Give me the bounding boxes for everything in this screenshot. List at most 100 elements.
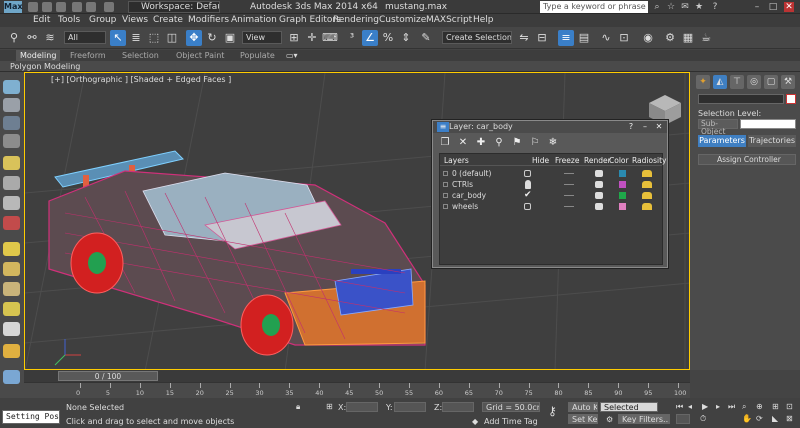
expand-icon[interactable]: [443, 182, 448, 187]
tab-populate[interactable]: Populate: [240, 50, 275, 61]
layer-name[interactable]: 0 (default): [452, 168, 491, 179]
go-to-end-icon[interactable]: ⏭: [728, 402, 735, 412]
angle-snap-icon[interactable]: ∠: [362, 30, 378, 46]
undo-icon[interactable]: [72, 2, 82, 12]
new-file-icon[interactable]: [28, 2, 38, 12]
create-box-icon[interactable]: [3, 116, 20, 130]
time-slider[interactable]: 0 / 100: [24, 370, 690, 382]
keyboard-shortcut-icon[interactable]: ⌨: [322, 30, 338, 46]
selection-filter-dropdown[interactable]: All: [64, 31, 106, 44]
time-slider-thumb[interactable]: 0 / 100: [58, 371, 158, 381]
save-file-icon[interactable]: [56, 2, 66, 12]
app-logo-icon[interactable]: Max: [4, 1, 23, 13]
radiosity-icon[interactable]: [642, 181, 652, 188]
layer-name[interactable]: car_body: [452, 190, 486, 201]
create-light-icon[interactable]: [3, 156, 20, 170]
create-cone-icon[interactable]: [3, 262, 20, 276]
highlight-selected-icon[interactable]: ⚑: [511, 137, 523, 149]
pan-icon[interactable]: ✋: [742, 414, 752, 423]
hide-toggle[interactable]: [524, 170, 531, 177]
align-icon[interactable]: ⊟: [534, 30, 550, 46]
menu-customize[interactable]: Customize: [379, 15, 426, 26]
sub-object-button[interactable]: Sub-Object: [698, 119, 738, 136]
render-toggle-icon[interactable]: [595, 192, 603, 199]
select-and-move-icon[interactable]: ✥: [186, 30, 202, 46]
play-icon[interactable]: ▶: [702, 402, 708, 411]
help-icon[interactable]: ?: [625, 122, 637, 132]
close-icon[interactable]: ✕: [784, 2, 794, 12]
reference-coordinate-dropdown[interactable]: View: [242, 31, 282, 44]
layer-name[interactable]: CTRls: [452, 179, 473, 190]
layer-name[interactable]: wheels: [452, 201, 478, 212]
x-coordinate-field[interactable]: [346, 402, 378, 412]
layer-row[interactable]: 0 (default): [440, 168, 662, 179]
col-color[interactable]: Color: [609, 156, 629, 165]
favorites-icon[interactable]: ★: [694, 2, 704, 12]
freeze-all-layers-icon[interactable]: ❄: [547, 137, 559, 149]
zoom-icon[interactable]: ⌕: [742, 402, 746, 412]
absolute-mode-icon[interactable]: ⊞: [326, 402, 333, 411]
next-frame-icon[interactable]: ▸: [716, 402, 720, 411]
maximize-icon[interactable]: □: [768, 2, 778, 12]
lock-selection-icon[interactable]: 🔒︎: [296, 402, 300, 412]
unlink-icon[interactable]: ⚯: [24, 30, 40, 46]
spinner-snap-icon[interactable]: ⇕: [398, 30, 414, 46]
col-freeze[interactable]: Freeze: [555, 156, 579, 165]
ribbon-options-icon[interactable]: ▭▾: [286, 50, 298, 61]
zoom-extents-icon[interactable]: ⊞: [772, 402, 779, 411]
menu-create[interactable]: Create: [153, 15, 183, 26]
menu-graph-editors[interactable]: Graph Editors: [279, 15, 341, 26]
redo-icon[interactable]: [86, 2, 96, 12]
auto-key-button[interactable]: Auto Key: [568, 402, 598, 412]
radiosity-icon[interactable]: [642, 203, 652, 210]
active-layer-check-icon[interactable]: ✔: [524, 190, 532, 201]
freeze-toggle[interactable]: [564, 173, 574, 174]
polygon-modeling-label[interactable]: Polygon Modeling: [10, 61, 80, 72]
maxscript-listener[interactable]: Setting Posi: [2, 410, 60, 424]
menu-group[interactable]: Group: [89, 15, 116, 26]
menu-modifiers[interactable]: Modifiers: [188, 15, 229, 26]
z-coordinate-field[interactable]: [442, 402, 474, 412]
utilities-panel-icon[interactable]: ⚒: [781, 75, 795, 89]
menu-views[interactable]: Views: [122, 15, 148, 26]
walkthrough-icon[interactable]: ⊠: [786, 414, 793, 423]
add-to-layer-icon[interactable]: ✚: [475, 137, 487, 149]
create-plane-icon[interactable]: [3, 242, 20, 256]
percent-snap-icon[interactable]: %: [380, 30, 396, 46]
add-time-tag[interactable]: Add Time Tag: [484, 417, 538, 426]
layer-color-swatch[interactable]: [619, 170, 626, 177]
set-key-button[interactable]: Set Key: [568, 414, 598, 424]
key-filters-button[interactable]: Key Filters...: [618, 414, 670, 424]
viewport-label[interactable]: [+] [Orthographic ] [Shaded + Edged Face…: [51, 75, 231, 84]
render-setup-icon[interactable]: ⚙: [662, 30, 678, 46]
project-folder-icon[interactable]: [104, 2, 114, 12]
menu-maxscript[interactable]: MAXScript: [426, 15, 472, 26]
tab-modeling[interactable]: Modeling: [16, 50, 61, 61]
mirror-icon[interactable]: ⇋: [516, 30, 532, 46]
create-tube-icon[interactable]: [3, 302, 20, 316]
hierarchy-panel-icon[interactable]: ⊤: [730, 75, 744, 89]
hide-all-layers-icon[interactable]: ⚐: [529, 137, 541, 149]
freeze-toggle[interactable]: [564, 184, 574, 185]
menu-edit[interactable]: Edit: [33, 15, 50, 26]
create-cylinder-icon[interactable]: [3, 134, 20, 148]
expand-icon[interactable]: [443, 204, 448, 209]
object-color-swatch[interactable]: [786, 94, 796, 104]
select-and-manipulate-icon[interactable]: ✛: [304, 30, 320, 46]
select-by-name-icon[interactable]: ≣: [128, 30, 144, 46]
layer-row[interactable]: CTRls: [440, 179, 662, 190]
set-key-icon[interactable]: ⚷: [548, 404, 557, 418]
tab-object-paint[interactable]: Object Paint: [176, 50, 224, 61]
create-camera-icon[interactable]: [3, 176, 20, 190]
workspace-dropdown[interactable]: Workspace: Default: [128, 1, 220, 13]
scene-explorer-icon[interactable]: ▤: [576, 30, 592, 46]
expand-icon[interactable]: [443, 171, 448, 176]
delete-layer-icon[interactable]: ✕: [457, 137, 469, 149]
menu-tools[interactable]: Tools: [58, 15, 80, 26]
bind-space-warp-icon[interactable]: ≋: [42, 30, 58, 46]
create-pyramid-icon[interactable]: [3, 322, 20, 336]
freeze-toggle[interactable]: [564, 195, 574, 196]
time-tag-icon[interactable]: ◆: [472, 417, 478, 426]
col-render[interactable]: Render: [584, 156, 611, 165]
subscription-icon[interactable]: ☆: [666, 2, 676, 12]
